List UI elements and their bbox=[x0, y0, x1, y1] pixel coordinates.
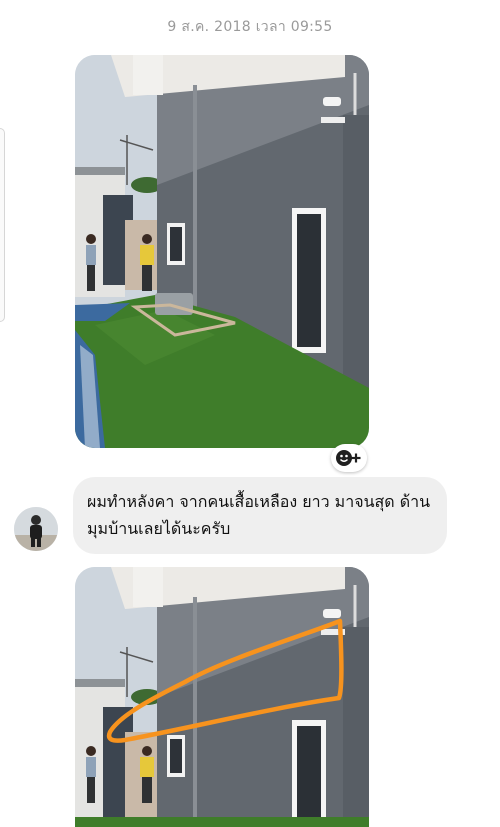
avatar-photo bbox=[14, 507, 58, 551]
message-timestamp: 9 ส.ค. 2018 เวลา 09:55 bbox=[167, 19, 333, 35]
side-panel-tab[interactable] bbox=[0, 128, 5, 322]
photo-message-1[interactable] bbox=[75, 55, 369, 448]
house-photo-1 bbox=[75, 55, 369, 448]
house-photo-2 bbox=[75, 567, 369, 827]
sender-avatar[interactable] bbox=[14, 507, 58, 551]
smiley-plus-icon bbox=[336, 450, 361, 466]
add-reaction-button[interactable] bbox=[331, 444, 367, 472]
photo-message-2[interactable] bbox=[75, 567, 369, 827]
message-text: ผมทำหลังคา จากคนเสื้อเหลือง ยาว มาจนสุด … bbox=[87, 492, 431, 538]
message-bubble[interactable]: ผมทำหลังคา จากคนเสื้อเหลือง ยาว มาจนสุด … bbox=[73, 477, 447, 554]
